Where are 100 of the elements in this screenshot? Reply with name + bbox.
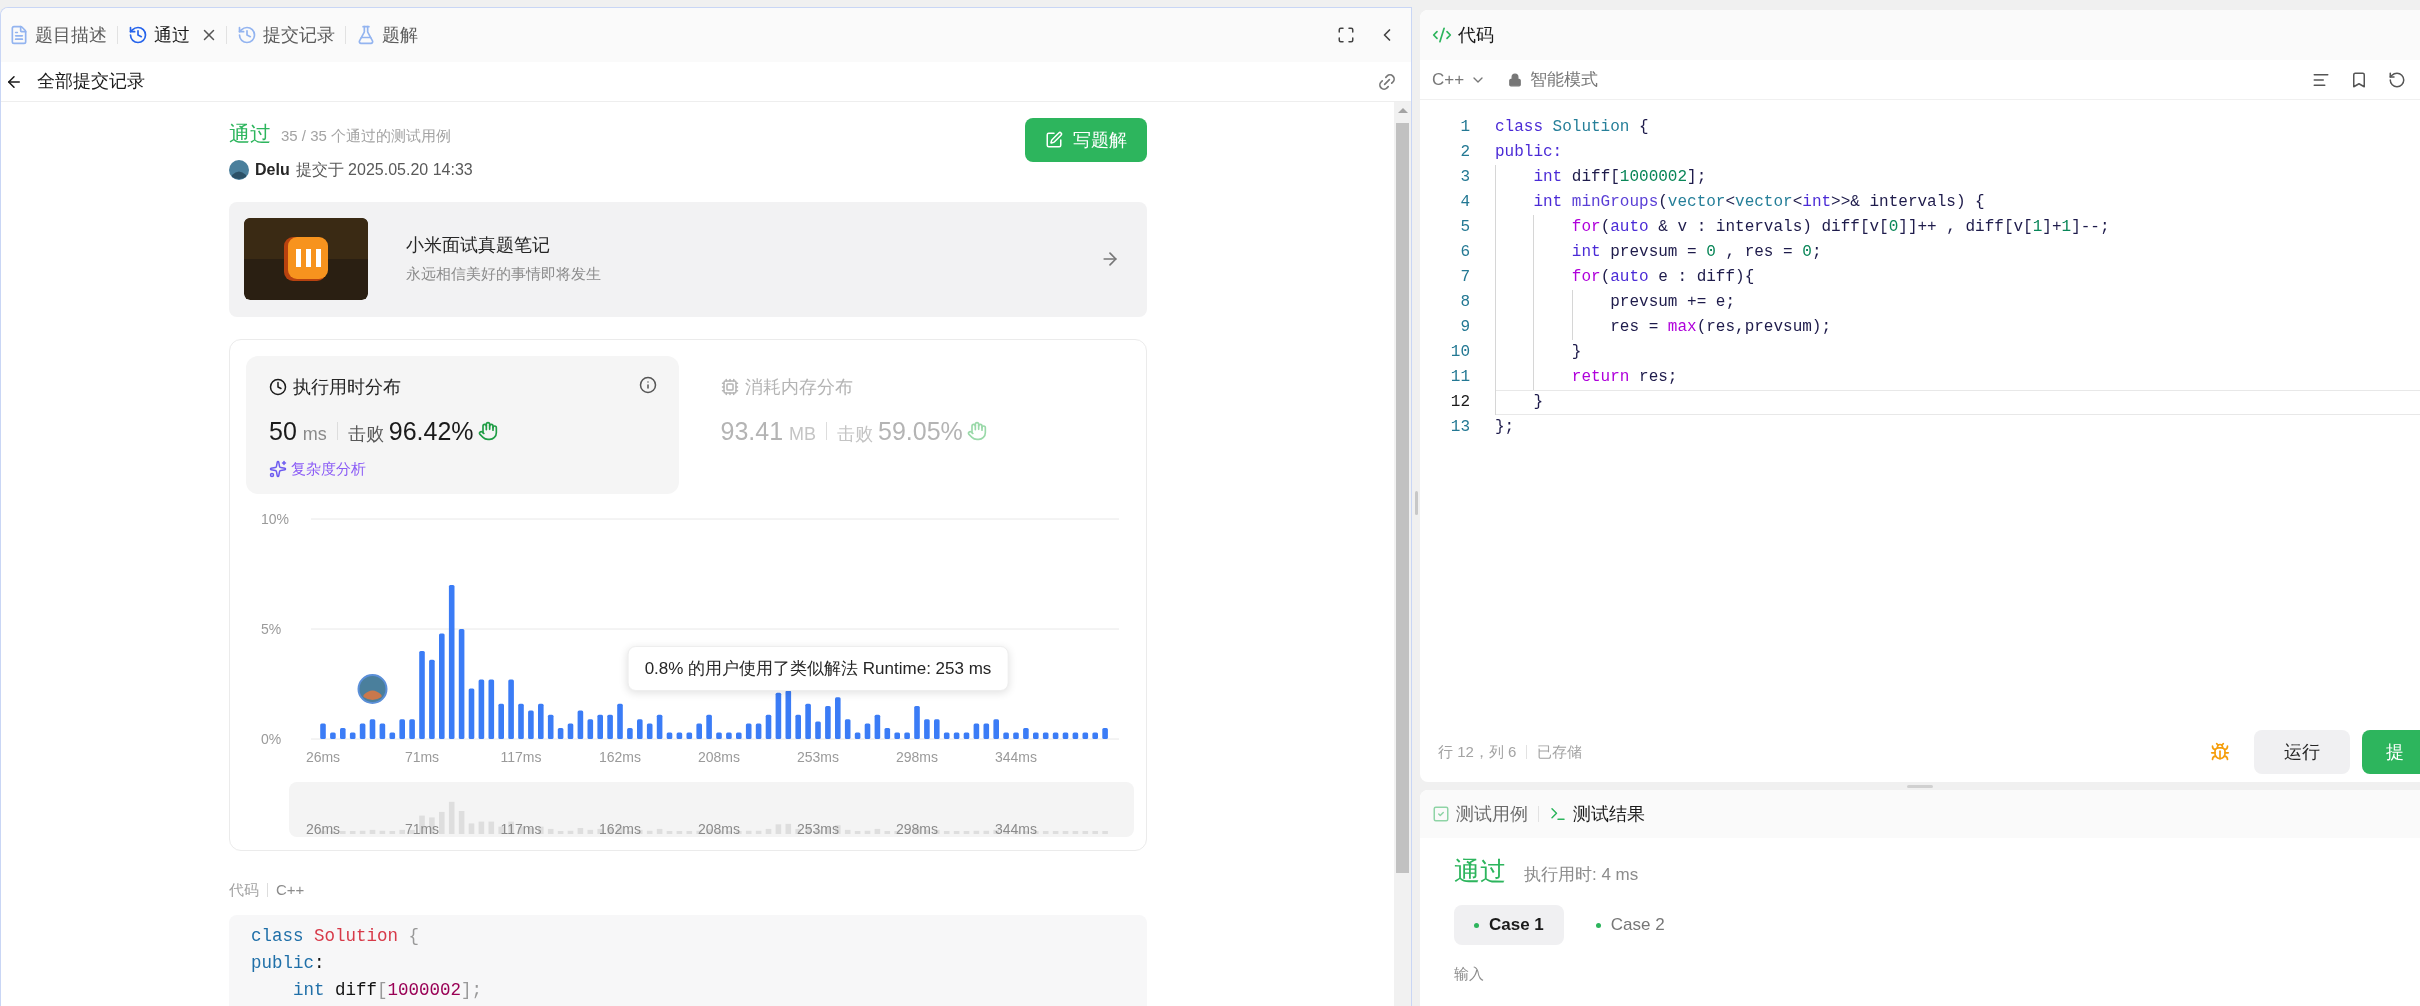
chart-bar[interactable]	[973, 723, 980, 739]
chart-bar[interactable]	[349, 731, 356, 739]
chart-bar[interactable]	[755, 723, 762, 739]
chart-bar[interactable]	[607, 714, 613, 739]
chart-bar[interactable]	[359, 723, 366, 739]
chart-bar[interactable]	[904, 731, 910, 739]
chart-bar[interactable]	[587, 718, 594, 739]
complexity-link[interactable]: 复杂度分析	[291, 458, 366, 481]
chart-bar[interactable]	[439, 632, 445, 739]
chart-bar[interactable]	[894, 731, 900, 739]
chart-bar[interactable]	[706, 714, 712, 739]
chart-bar[interactable]	[538, 703, 544, 739]
chart-bar[interactable]	[379, 723, 386, 739]
run-button[interactable]: 运行	[2254, 730, 2350, 774]
chart-bar[interactable]	[1042, 731, 1049, 739]
info-icon[interactable]	[638, 375, 657, 394]
chart-bar[interactable]	[1052, 731, 1059, 739]
chart-bar[interactable]	[666, 731, 673, 739]
panel-tab[interactable]: 题目描述	[7, 17, 109, 53]
chart-bar[interactable]	[1023, 727, 1029, 739]
chart-bar[interactable]	[617, 703, 623, 739]
chart-bar[interactable]	[716, 731, 722, 739]
chart-bar[interactable]	[498, 703, 504, 739]
chart-bar[interactable]	[1092, 731, 1098, 739]
chart-bar[interactable]	[547, 714, 554, 739]
panel-tab[interactable]: 提交记录	[235, 17, 337, 53]
chart-bar[interactable]	[389, 731, 396, 739]
panel-tab[interactable]: 通过	[126, 17, 192, 53]
chart-bar[interactable]	[478, 679, 485, 739]
chart-bar[interactable]	[646, 723, 653, 739]
chart-bar[interactable]	[1003, 731, 1009, 739]
chart-bar[interactable]	[825, 705, 831, 739]
chart-bar[interactable]	[934, 718, 940, 739]
chart-bar[interactable]	[1072, 731, 1079, 739]
chart-bar[interactable]	[914, 705, 920, 739]
chart-bar[interactable]	[874, 714, 881, 739]
chart-bar[interactable]	[835, 696, 841, 739]
chart-bar[interactable]	[518, 703, 524, 739]
chart-bar[interactable]	[785, 690, 792, 739]
chart-bar[interactable]	[330, 731, 336, 739]
language-select[interactable]: C++	[1432, 66, 1487, 93]
chart-bar[interactable]	[795, 714, 801, 739]
chart-bar[interactable]	[557, 727, 564, 739]
resize-handle[interactable]	[1414, 491, 1418, 515]
chart-bar[interactable]	[399, 718, 405, 739]
chart-bar[interactable]	[1082, 731, 1089, 739]
chart-bar[interactable]	[924, 718, 930, 739]
metric-card[interactable]: 执行用时分布 50 ms 击败 96.42% 复杂度分析	[246, 355, 679, 494]
case-tab[interactable]: Case 1	[1454, 905, 1564, 945]
chart-bar[interactable]	[409, 718, 415, 739]
chart-bar[interactable]	[340, 727, 346, 739]
maximize-icon[interactable]	[1337, 26, 1355, 44]
chart-bar[interactable]	[468, 687, 475, 739]
chart-bar[interactable]	[963, 731, 970, 739]
panel-tab[interactable]: 测试用例	[1432, 800, 1528, 828]
chart-bar[interactable]	[1062, 731, 1069, 739]
chart-bar[interactable]	[656, 714, 663, 739]
debug-icon[interactable]	[2210, 742, 2230, 762]
chart-bar[interactable]	[1033, 731, 1039, 739]
chart-bar[interactable]	[1013, 731, 1019, 739]
promo-banner[interactable]: 小米面试真题笔记 永远相信美好的事情即将发生	[229, 201, 1147, 317]
chart-bar[interactable]	[458, 628, 465, 739]
avatar-marker[interactable]	[357, 673, 388, 704]
panel-tab[interactable]: 测试结果	[1549, 800, 1645, 828]
chart-bar[interactable]	[844, 718, 851, 739]
chart-bar[interactable]	[627, 727, 633, 739]
chart-bar[interactable]	[765, 714, 772, 739]
author-name[interactable]: Delu	[255, 157, 290, 182]
chart-bar[interactable]	[1102, 727, 1108, 739]
chart-bar[interactable]	[528, 709, 534, 739]
chart-bar[interactable]	[637, 718, 643, 739]
chart-bar[interactable]	[943, 731, 950, 739]
chart-bar[interactable]	[815, 720, 821, 739]
mode-label[interactable]: 智能模式	[1530, 66, 1599, 93]
chart-bar[interactable]	[736, 731, 742, 739]
chart-bar[interactable]	[854, 731, 861, 739]
scrollbar[interactable]	[1394, 102, 1411, 1006]
chart-bar[interactable]	[726, 731, 732, 739]
undo-icon[interactable]	[2388, 70, 2406, 89]
chart-bar[interactable]	[864, 723, 871, 739]
chart-bar[interactable]	[775, 692, 782, 739]
resize-handle[interactable]	[1907, 784, 1933, 788]
chart-bar[interactable]	[953, 731, 960, 739]
chart-bar[interactable]	[369, 718, 376, 739]
bookmark-icon[interactable]	[2350, 70, 2368, 89]
chart-bar[interactable]	[577, 709, 584, 739]
chart-bar[interactable]	[567, 723, 574, 739]
chart-bar[interactable]	[696, 723, 702, 739]
chart-bar[interactable]	[993, 718, 999, 739]
panel-tab[interactable]: 题解	[354, 17, 420, 53]
chart-bar[interactable]	[597, 714, 603, 739]
chart-bar[interactable]	[805, 703, 811, 739]
chart-bar[interactable]	[488, 679, 495, 739]
chart-bar[interactable]	[983, 723, 990, 739]
chart-bar[interactable]	[884, 727, 891, 739]
chart-bar[interactable]	[448, 584, 455, 739]
chart-bar[interactable]	[686, 731, 693, 739]
chart-bar[interactable]	[745, 723, 752, 739]
chart-bar[interactable]	[676, 731, 683, 739]
chart-bar[interactable]	[320, 723, 326, 739]
